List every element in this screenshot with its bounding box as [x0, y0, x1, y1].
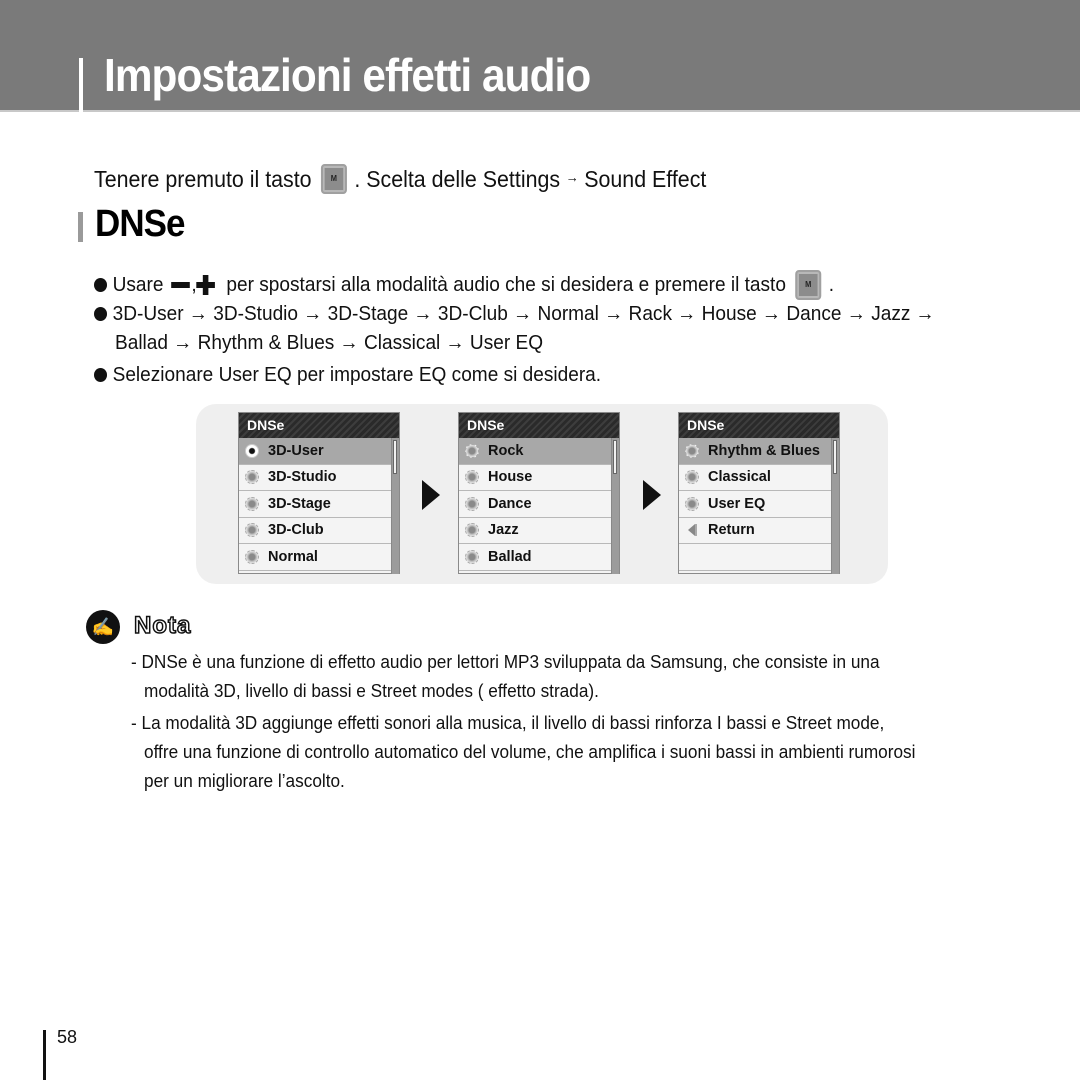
- dnse-screen-2: DNSe Rock House Dance Jazz Ballad: [458, 412, 620, 574]
- bullet-2-line2: Ballad → Rhythm & Blues → Classical → Us…: [115, 331, 544, 354]
- menu-item-label: Normal: [268, 548, 318, 565]
- screen-title: DNSe: [459, 413, 619, 438]
- menu-item[interactable]: 3D-Club: [239, 517, 392, 544]
- header-accent-bar: [79, 58, 83, 112]
- menu-item[interactable]: 3D-Stage: [239, 491, 392, 518]
- bullet-2: 3D-User → 3D-Studio → 3D-Stage → 3D-Club…: [94, 302, 935, 326]
- nota-heading: Nota: [133, 611, 192, 640]
- menu-item-label: 3D-Stage: [268, 495, 331, 512]
- next-arrow-icon: [643, 480, 661, 510]
- menu-item[interactable]: Jazz: [459, 517, 612, 544]
- radio-icon: [685, 496, 699, 511]
- screen-title: DNSe: [239, 413, 399, 438]
- menu-item-label: Rhythm & Blues: [708, 442, 820, 459]
- radio-icon: [245, 470, 259, 485]
- instruction-line: Tenere premuto il tasto M . Scelta delle…: [94, 164, 706, 194]
- section-accent-bar: [78, 212, 83, 242]
- menu-item-empty: [679, 544, 832, 571]
- radio-icon: [465, 496, 479, 511]
- bullet-2-line1: 3D-User → 3D-Studio → 3D-Stage → 3D-Club…: [112, 302, 935, 325]
- menu-item[interactable]: Normal: [239, 544, 392, 571]
- radio-icon: [465, 523, 479, 538]
- instruction-suffix: Sound Effect: [584, 165, 707, 192]
- dnse-screen-3: DNSe Rhythm & Blues Classical User EQ Re…: [678, 412, 840, 574]
- bullet-1-prefix: Usare: [112, 273, 164, 296]
- note-1-line1: - DNSe è una funzione di effetto audio p…: [131, 651, 880, 672]
- menu-item[interactable]: Dance: [459, 491, 612, 518]
- bullet-1-suffix: per spostarsi alla modalità audio che si…: [226, 273, 786, 296]
- arrow-right-icon: →: [565, 169, 579, 185]
- radio-icon: [245, 523, 259, 538]
- plus-icon: [196, 275, 216, 295]
- menu-item-label: Rock: [488, 442, 524, 459]
- radio-icon: [465, 443, 479, 458]
- menu-item-label: Jazz: [488, 522, 519, 539]
- note-2-line2: offre una funzione di controllo automati…: [144, 741, 916, 762]
- menu-item[interactable]: Rhythm & Blues: [679, 438, 832, 465]
- menu-item-label: House: [488, 469, 533, 486]
- page-number-bar: [43, 1030, 46, 1080]
- note-item-2: - La modalità 3D aggiunge effetti sonori…: [131, 708, 915, 795]
- menu-item[interactable]: Ballad: [459, 544, 612, 571]
- bullet-dot-icon: [94, 307, 108, 321]
- page-number: 58: [57, 1027, 78, 1047]
- menu-item[interactable]: Classical: [679, 464, 832, 491]
- menu-item[interactable]: User EQ: [679, 491, 832, 518]
- bullet-3-text: Selezionare User EQ per impostare EQ com…: [112, 363, 602, 386]
- scrollbar-thumb[interactable]: [833, 440, 837, 474]
- radio-icon: [685, 470, 699, 485]
- m-key-label: M: [330, 174, 337, 183]
- note-item-1: - DNSe è una funzione di effetto audio p…: [131, 647, 880, 705]
- menu-item-label: Dance: [488, 495, 532, 512]
- screen-title: DNSe: [679, 413, 839, 438]
- scrollbar-thumb[interactable]: [613, 440, 617, 474]
- radio-icon: [685, 443, 699, 458]
- bullet-3: Selezionare User EQ per impostare EQ com…: [94, 363, 601, 387]
- next-arrow-icon: [422, 480, 440, 510]
- radio-icon: [465, 470, 479, 485]
- m-key-label: M: [805, 280, 812, 289]
- bullet-dot-icon: [94, 278, 108, 292]
- radio-selected-icon: [245, 443, 259, 458]
- menu-item[interactable]: House: [459, 464, 612, 491]
- dnse-screen-1: DNSe 3D-User 3D-Studio 3D-Stage 3D-Club …: [238, 412, 400, 574]
- m-key-icon: M: [320, 164, 347, 194]
- note-1-line2: modalità 3D, livello di bassi e Street m…: [144, 680, 599, 701]
- menu-item-label: 3D-Club: [268, 522, 324, 539]
- m-key-icon: M: [795, 270, 822, 300]
- scrollbar[interactable]: [391, 438, 399, 574]
- menu-item[interactable]: 3D-User: [239, 438, 392, 465]
- scrollbar[interactable]: [831, 438, 839, 574]
- menu-item-label: Ballad: [488, 548, 532, 565]
- scrollbar-thumb[interactable]: [393, 440, 397, 474]
- pen-note-icon: ✍: [86, 610, 120, 644]
- section-title: DNSe: [95, 203, 186, 245]
- menu-item-label: 3D-User: [268, 442, 324, 459]
- instruction-middle: . Scelta delle Settings: [354, 165, 561, 192]
- radio-icon: [245, 549, 259, 564]
- back-icon: [685, 523, 699, 537]
- menu-item-label: Return: [708, 522, 755, 539]
- bullet-dot-icon: [94, 368, 108, 382]
- radio-icon: [465, 549, 479, 564]
- menu-item-label: 3D-Studio: [268, 469, 337, 486]
- note-2-line1: - La modalità 3D aggiunge effetti sonori…: [131, 712, 885, 733]
- menu-item[interactable]: 3D-Studio: [239, 464, 392, 491]
- bullet-1-end: .: [828, 273, 835, 296]
- minus-icon: [170, 282, 190, 288]
- bullet-1: Usare , per spostarsi alla modalità audi…: [94, 270, 834, 300]
- instruction-prefix: Tenere premuto il tasto: [94, 165, 312, 192]
- scrollbar[interactable]: [611, 438, 619, 574]
- page-header: Impostazioni effetti audio: [0, 0, 1080, 112]
- page-title: Impostazioni effetti audio: [104, 49, 591, 101]
- menu-item[interactable]: Rock: [459, 438, 612, 465]
- note-2-line3: per un migliorare l’ascolto.: [144, 770, 345, 791]
- menu-item-label: Classical: [708, 469, 771, 486]
- radio-icon: [245, 496, 259, 511]
- menu-item-label: User EQ: [708, 495, 766, 512]
- menu-item-return[interactable]: Return: [679, 517, 832, 544]
